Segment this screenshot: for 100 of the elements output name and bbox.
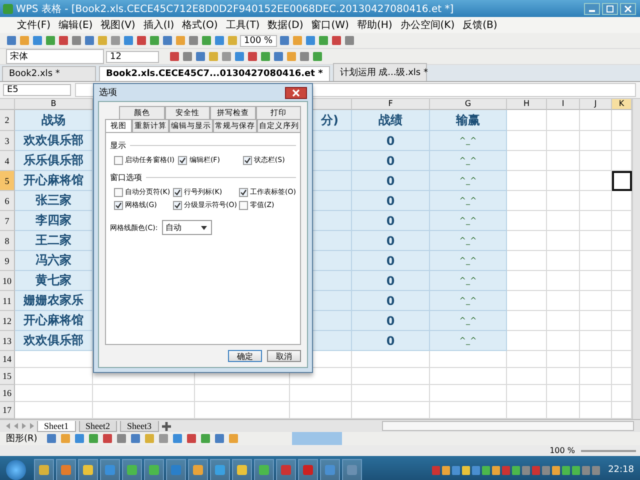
document-tab[interactable]: 计划运用 成...级.xls * [332,63,427,81]
row-header[interactable]: 4 [0,151,15,171]
toolbar-icon[interactable] [304,35,316,46]
vertical-scrollbar[interactable] [632,99,640,419]
column-header[interactable]: B [15,99,93,110]
toolbar-icon[interactable] [19,35,30,46]
taskbar-app-button[interactable] [122,459,142,480]
horizontal-scrollbar[interactable] [382,421,634,431]
toolbar-icon[interactable] [200,433,212,444]
toolbar-icon[interactable] [60,433,72,444]
toolbar-icon[interactable] [344,35,355,46]
checkbox[interactable] [242,156,252,164]
toolbar-icon[interactable] [208,51,219,62]
toolbar-icon[interactable] [260,51,271,62]
toolbar-icon[interactable] [221,51,232,62]
toolbar-icon[interactable] [273,51,284,62]
close-button[interactable] [285,86,307,98]
taskbar-app-button[interactable] [188,459,208,480]
toolbar-icon[interactable] [123,35,134,46]
toolbar-icon[interactable] [110,35,121,46]
toolbar-icon[interactable] [227,35,238,46]
row-header[interactable]: 2 [0,110,15,131]
toolbar-icon[interactable] [292,35,303,46]
toolbar-icon[interactable] [312,51,323,62]
row-header[interactable]: 16 [0,385,15,402]
row-header[interactable]: 13 [0,331,15,351]
toolbar-icon[interactable] [214,35,225,46]
menu-item[interactable]: 插入(I) [140,18,178,32]
zoom-field[interactable]: 100 % [240,34,277,46]
toolbar-icon[interactable] [182,51,193,62]
column-header[interactable]: G [430,99,507,110]
toolbar-icon[interactable] [299,51,310,62]
toolbar-icon[interactable] [186,433,198,444]
column-header[interactable]: K [612,99,632,110]
taskbar-app-button[interactable] [166,459,186,480]
taskbar-app-button[interactable] [298,459,318,480]
toolbar-icon[interactable] [45,35,56,46]
taskbar-app-button[interactable] [100,459,120,480]
toolbar-icon[interactable] [136,35,147,46]
toolbar-icon[interactable] [188,35,199,46]
toolbar-icon[interactable] [32,35,43,46]
row-header[interactable]: 17 [0,402,15,419]
sheet-tab[interactable]: Sheet3 [120,420,158,432]
selected-cell[interactable] [612,171,632,191]
toolbar-icon[interactable] [234,51,245,62]
row-header[interactable]: 10 [0,271,15,291]
color-dropdown[interactable]: 自动 [162,220,212,235]
taskbar-app-button[interactable] [254,459,274,480]
menu-item[interactable]: 办公空间(K) [397,18,458,32]
toolbar-icon[interactable] [74,433,86,444]
toolbar-icon[interactable] [214,433,226,444]
menu-item[interactable]: 帮助(H) [354,18,396,32]
draw-menu-button[interactable]: 图形(R) [6,432,38,445]
toolbar-icon[interactable] [71,35,82,46]
taskbar-app-button[interactable] [210,459,230,480]
row-header[interactable]: 7 [0,211,15,231]
toolbar-icon[interactable] [330,35,342,46]
checkbox[interactable] [114,200,123,210]
dialog-button[interactable]: 取消 [267,350,301,362]
toolbar-icon[interactable] [144,433,156,444]
toolbar-icon[interactable] [201,35,212,46]
minimize-button[interactable] [584,2,600,14]
toolbar-icon[interactable] [162,35,173,46]
document-tab[interactable]: Book2.xls.CECE45C7...0130427080416.et * [99,66,330,81]
toolbar-icon[interactable] [278,35,290,46]
row-header[interactable]: 9 [0,251,15,271]
toolbar-icon[interactable] [318,35,329,46]
menu-item[interactable]: 窗口(W) [308,18,352,32]
column-header[interactable]: I [547,99,580,110]
row-header[interactable]: 11 [0,291,15,311]
taskbar-app-button[interactable] [276,459,296,480]
row-header[interactable]: 8 [0,231,15,251]
taskbar-app-button[interactable] [78,459,98,480]
toolbar-icon[interactable] [88,433,100,444]
taskbar-app-button[interactable] [34,459,54,480]
toolbar-icon[interactable] [195,51,206,62]
dialog-button[interactable]: 确定 [228,350,262,362]
menu-item[interactable]: 文件(F) [14,18,54,32]
column-header[interactable]: J [580,99,612,110]
row-header[interactable]: 12 [0,311,15,331]
toolbar-icon[interactable] [286,51,297,62]
row-header[interactable]: 3 [0,131,15,151]
toolbar-icon[interactable] [102,433,114,444]
taskbar-app-button[interactable] [144,459,164,480]
toolbar-icon[interactable] [58,35,69,46]
taskbar-app-button[interactable] [232,459,252,480]
start-button[interactable] [6,460,26,480]
checkbox[interactable] [178,156,188,164]
menu-item[interactable]: 数据(D) [264,18,306,32]
toolbar-icon[interactable] [130,433,142,444]
row-header[interactable]: 15 [0,368,15,385]
toolbar-icon[interactable] [169,51,180,62]
toolbar-icon[interactable] [172,433,184,444]
row-header[interactable]: 5 [0,171,15,191]
sheet-tab[interactable]: Sheet2 [78,420,117,432]
select-all-button[interactable] [0,99,15,110]
menu-item[interactable]: 反馈(B) [460,18,500,32]
taskbar-app-button[interactable] [342,459,362,480]
menu-item[interactable]: 编辑(E) [56,18,96,32]
checkbox[interactable] [173,188,182,196]
